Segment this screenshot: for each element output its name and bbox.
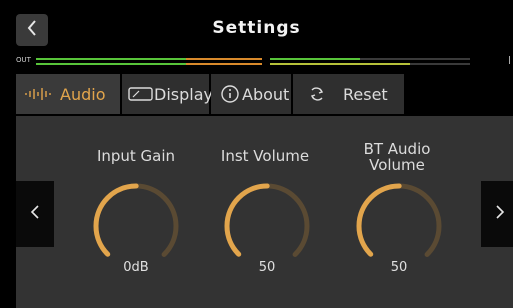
prev-page-button[interactable]: [16, 181, 54, 247]
info-icon: [220, 84, 242, 104]
meter-fill: [36, 58, 186, 60]
knob-level-arc: [93, 183, 179, 269]
knob-label-input-gain: Input Gain: [96, 147, 176, 165]
meter-track-bottom-left: [36, 63, 262, 65]
knob-label-line: Volume: [369, 156, 425, 174]
tab-label: Reset: [343, 84, 388, 104]
input-gain-knob[interactable]: [91, 181, 181, 271]
meter-track-top-right: [270, 58, 470, 60]
meter-fill: [36, 63, 186, 65]
knob-label-bt-audio-volume: BT Audio Volume: [337, 141, 457, 173]
bt-audio-volume-knob[interactable]: [354, 181, 444, 271]
meter-fill: [186, 63, 262, 65]
meter-label: OUT: [16, 56, 31, 64]
meter-track-bottom-right: [270, 63, 470, 65]
tab-label: About: [242, 84, 290, 104]
tab-reset[interactable]: Reset: [293, 74, 404, 114]
meter-end-marker: [509, 56, 510, 64]
chevron-right-icon: [495, 204, 505, 224]
knob-label-line: BT Audio: [363, 140, 431, 158]
knob-track: [356, 183, 442, 269]
next-page-button[interactable]: [481, 181, 513, 247]
knob-value-inst-volume: 50: [258, 260, 276, 275]
tab-display[interactable]: Display: [122, 74, 213, 114]
knob-track: [224, 183, 310, 269]
meter-fill: [186, 58, 262, 60]
waveform-icon: [24, 86, 56, 102]
meter-fill: [270, 63, 410, 65]
meter-fill: [270, 58, 360, 60]
knob-value-bt-audio-volume: 50: [390, 260, 408, 275]
tab-about[interactable]: About: [211, 74, 291, 114]
display-icon: [128, 86, 154, 102]
inst-volume-knob[interactable]: [222, 181, 312, 271]
knob-level-arc: [224, 183, 310, 269]
knob-value-input-gain: 0dB: [123, 260, 149, 275]
refresh-icon: [307, 84, 327, 104]
tab-audio[interactable]: Audio: [16, 74, 120, 114]
chevron-left-icon: [30, 204, 40, 224]
meter-track-top-left: [36, 58, 262, 60]
knob-label-inst-volume: Inst Volume: [220, 147, 310, 165]
tab-label: Display: [154, 84, 213, 104]
page-title: Settings: [212, 18, 301, 38]
knob-track: [93, 183, 179, 269]
knob-level-arc: [356, 183, 442, 269]
tab-label: Audio: [60, 84, 106, 104]
